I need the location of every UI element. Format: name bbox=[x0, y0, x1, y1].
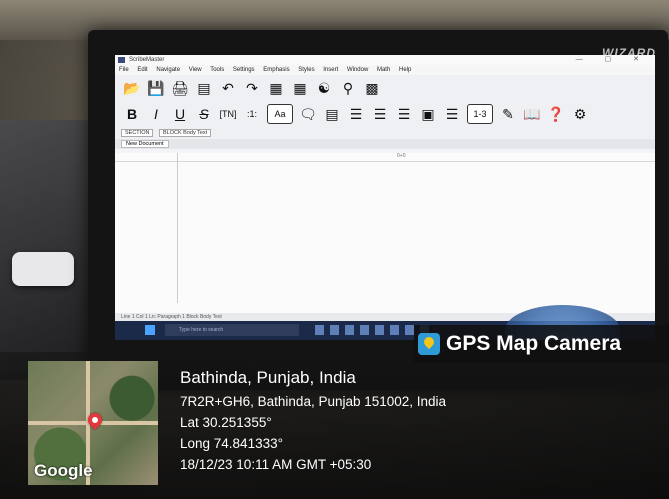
menu-help[interactable]: Help bbox=[399, 67, 411, 73]
map-thumbnail: Google bbox=[28, 361, 158, 485]
open-folder-icon[interactable]: 📂 bbox=[123, 79, 141, 97]
menu-edit[interactable]: Edit bbox=[137, 67, 147, 73]
location-title: Bathinda, Punjab, India bbox=[180, 368, 356, 387]
gps-badge-title: GPS Map Camera bbox=[446, 332, 622, 355]
address: 7R2R+GH6, Bathinda, Punjab 151002, India bbox=[180, 394, 447, 409]
heading-style-icon[interactable]: ▤ bbox=[323, 105, 341, 123]
monitor-screen: ScribeMaster — ▢ ✕ File Edit Navigate Vi… bbox=[115, 55, 655, 340]
gps-badge: GPS Map Camera bbox=[414, 325, 669, 363]
outline-icon[interactable]: ☰ bbox=[443, 105, 461, 123]
help-icon[interactable]: ❓ bbox=[547, 105, 565, 123]
transcriber-note-button[interactable]: [TN] bbox=[219, 105, 237, 123]
document-tabbar: New Document bbox=[115, 139, 655, 149]
editor-area[interactable]: 0+0 bbox=[115, 153, 655, 313]
timestamp: 18/12/23 10:11 AM GMT +05:30 bbox=[180, 457, 372, 472]
bullet-list-icon[interactable]: ☰ bbox=[395, 105, 413, 123]
menubar: File Edit Navigate View Tools Settings E… bbox=[115, 65, 655, 75]
undo-icon[interactable]: ↶ bbox=[219, 79, 237, 97]
app-title: ScribeMaster bbox=[129, 57, 165, 63]
menu-file[interactable]: File bbox=[119, 67, 129, 73]
menu-view[interactable]: View bbox=[189, 67, 202, 73]
ruler-line bbox=[115, 161, 655, 162]
page-label: 0+0 bbox=[397, 153, 406, 159]
menu-styles[interactable]: Styles bbox=[298, 67, 314, 73]
menu-tools[interactable]: Tools bbox=[210, 67, 224, 73]
breadcrumb: SECTION BLOCK Body Text bbox=[115, 127, 655, 139]
location-info: Bathinda, Punjab, India 7R2R+GH6, Bathin… bbox=[180, 368, 446, 478]
menu-window[interactable]: Window bbox=[347, 67, 368, 73]
margin-line bbox=[177, 153, 178, 303]
menu-math[interactable]: Math bbox=[377, 67, 390, 73]
map-pin-icon bbox=[85, 410, 105, 430]
format-toolbar: B I U S [TN] :1: Aa 🗨 ▤ ☰ ☰ ☰ ▣ ☰ 1-3 ✎ … bbox=[115, 101, 655, 127]
tab-new-document[interactable]: New Document bbox=[121, 140, 169, 148]
start-icon[interactable] bbox=[145, 325, 155, 335]
menu-navigate[interactable]: Navigate bbox=[156, 67, 180, 73]
table-icon[interactable]: ▦ bbox=[291, 79, 309, 97]
emboss-icon[interactable]: ▤ bbox=[195, 79, 213, 97]
page-range-icon[interactable]: 1-3 bbox=[467, 104, 493, 124]
app-titlebar: ScribeMaster — ▢ ✕ bbox=[115, 55, 655, 65]
image-icon[interactable]: ▩ bbox=[363, 79, 381, 97]
map-provider-logo: Google bbox=[34, 461, 93, 480]
script-button[interactable]: S bbox=[195, 105, 213, 123]
menu-settings[interactable]: Settings bbox=[233, 67, 255, 73]
menu-emphasis[interactable]: Emphasis bbox=[263, 67, 289, 73]
breadcrumb-block[interactable]: BLOCK Body Text bbox=[158, 129, 212, 137]
list-style-icon[interactable]: ☰ bbox=[347, 105, 365, 123]
paragraph-style-icon[interactable]: ☰ bbox=[371, 105, 389, 123]
taskbar-search[interactable]: Type here to search bbox=[165, 324, 299, 336]
underline-button[interactable]: U bbox=[171, 105, 189, 123]
settings-icon[interactable]: ⚙ bbox=[571, 105, 589, 123]
print-icon[interactable]: 🖨 bbox=[171, 79, 189, 97]
longitude: Long 74.841333° bbox=[180, 436, 283, 451]
search-icon[interactable]: ⚲ bbox=[339, 79, 357, 97]
number-indicator-button[interactable]: :1: bbox=[243, 105, 261, 123]
file-toolbar: 📂 💾 🖨 ▤ ↶ ↷ ▦ ▦ ☯ ⚲ ▩ bbox=[115, 75, 655, 101]
app-icon bbox=[118, 57, 125, 63]
redo-icon[interactable]: ↷ bbox=[243, 79, 261, 97]
spellcheck-icon[interactable]: ☯ bbox=[315, 79, 333, 97]
latitude: Lat 30.251355° bbox=[180, 415, 272, 430]
case-button[interactable]: Aa bbox=[267, 104, 293, 124]
menu-insert[interactable]: Insert bbox=[323, 67, 338, 73]
white-device bbox=[12, 252, 74, 286]
save-icon[interactable]: 💾 bbox=[147, 79, 165, 97]
breadcrumb-section[interactable]: SECTION bbox=[121, 129, 154, 137]
window-controls[interactable]: — ▢ ✕ bbox=[576, 55, 649, 65]
book-icon[interactable]: 📖 bbox=[523, 105, 541, 123]
bold-button[interactable]: B bbox=[123, 105, 141, 123]
edit-pencil-icon[interactable]: ✎ bbox=[499, 105, 517, 123]
box-line-icon[interactable]: ▣ bbox=[419, 105, 437, 123]
italic-button[interactable]: I bbox=[147, 105, 165, 123]
gps-map-camera-icon bbox=[418, 333, 440, 355]
comment-icon[interactable]: 🗨 bbox=[299, 105, 317, 123]
translate-icon[interactable]: ▦ bbox=[267, 79, 285, 97]
